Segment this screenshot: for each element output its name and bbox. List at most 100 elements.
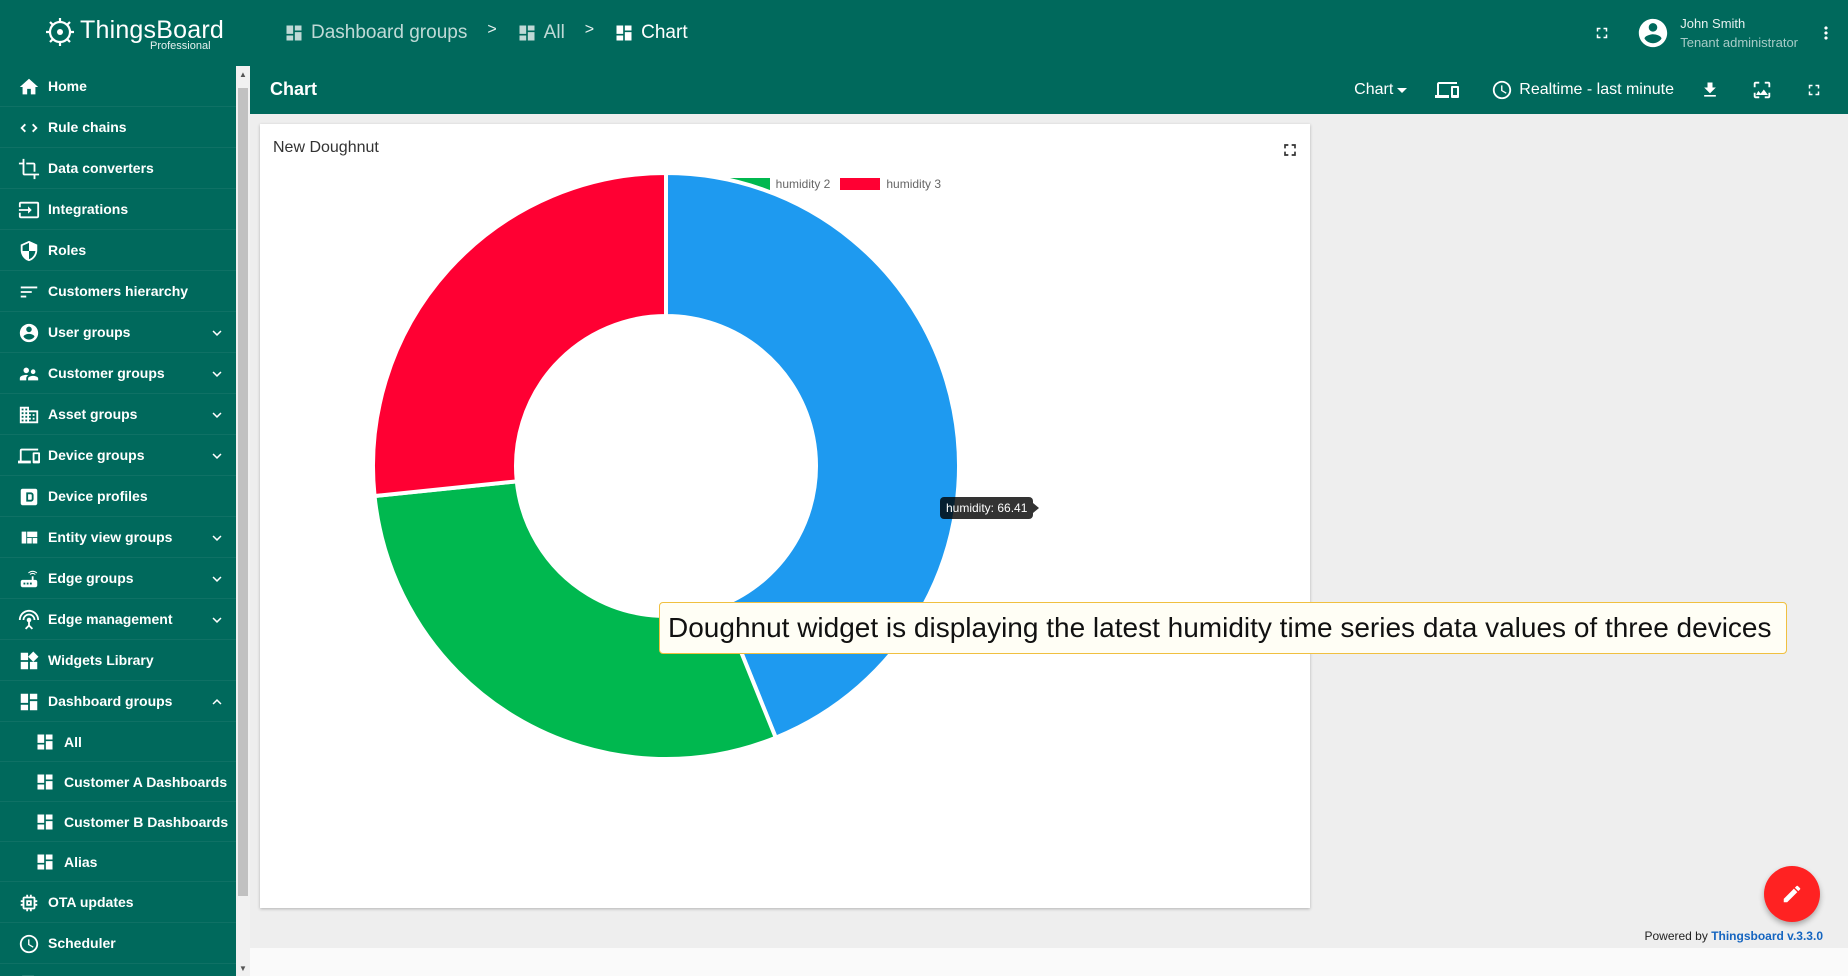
sidebar-item-label: Rule chains bbox=[48, 119, 127, 135]
input-icon bbox=[18, 201, 40, 219]
dashboard-actions: Chart Realtime - last minute bbox=[1354, 66, 1848, 114]
doughnut-slice-humidity-3[interactable] bbox=[371, 170, 668, 499]
sidebar-item-scheduler[interactable]: Scheduler bbox=[0, 923, 236, 964]
sidebar-item-white-labeling[interactable]: White Labeling bbox=[0, 964, 236, 976]
logo[interactable]: ThingsBoard Professional bbox=[40, 12, 224, 56]
chevron-down-icon[interactable] bbox=[208, 324, 226, 342]
sidebar-item-label: User groups bbox=[48, 324, 131, 340]
top-bar: ThingsBoard Professional Dashboard group… bbox=[0, 0, 1848, 66]
account-circle-icon[interactable] bbox=[1636, 16, 1670, 50]
sidebar-item-rule-chains[interactable]: Rule chains bbox=[0, 107, 236, 148]
scroll-down-arrow[interactable]: ▼ bbox=[236, 960, 250, 976]
sidebar-scrollbar[interactable]: ▲ ▼ bbox=[236, 66, 250, 976]
breadcrumb-label: All bbox=[543, 22, 565, 43]
edit-icon bbox=[1783, 885, 1801, 903]
dashboard-title: Chart bbox=[270, 79, 318, 99]
state-select-label: Chart bbox=[1354, 81, 1394, 98]
sort-icon bbox=[20, 286, 38, 298]
sidebar: Home Rule chains Data converters Integratio… bbox=[0, 66, 250, 976]
fullscreen-button[interactable] bbox=[1582, 13, 1622, 53]
chevron-down-icon[interactable] bbox=[208, 529, 226, 547]
chevron-up-icon[interactable] bbox=[208, 693, 226, 711]
user-role: Tenant administrator bbox=[1680, 35, 1798, 50]
dashboard-icon bbox=[37, 814, 53, 830]
sidebar-item-label: Integrations bbox=[48, 201, 129, 217]
sidebar-item-device-profiles[interactable]: Device profiles bbox=[0, 476, 236, 517]
sidebar-item-roles[interactable]: Roles bbox=[0, 230, 236, 271]
more-menu-button[interactable] bbox=[1806, 13, 1846, 53]
sidebar-item-label: Device groups bbox=[48, 447, 145, 463]
sidebar-item-ota-updates[interactable]: OTA updates bbox=[0, 882, 236, 923]
device-profile-icon bbox=[20, 488, 38, 506]
sidebar-item-edge-groups[interactable]: Edge groups bbox=[0, 558, 236, 599]
caption-annotation: Doughnut widget is displaying the latest… bbox=[659, 602, 1787, 654]
sidebar-item-dashboard-groups[interactable]: Dashboard groups bbox=[0, 681, 236, 722]
sidebar-item-customer-groups[interactable]: Customer groups bbox=[0, 353, 236, 394]
thingsboard-logo-icon bbox=[46, 18, 74, 46]
sidebar-item-label: Home bbox=[48, 78, 87, 94]
edit-dashboard-button[interactable] bbox=[1764, 866, 1820, 922]
sidebar-item-data-converters[interactable]: Data converters bbox=[0, 148, 236, 189]
powered-prefix: Powered by bbox=[1644, 929, 1712, 943]
devices-icon bbox=[1435, 82, 1460, 98]
sidebar-item-label: Entity view groups bbox=[48, 529, 173, 545]
sidebar-item-all[interactable]: All bbox=[0, 722, 236, 762]
sidebar-item-alias[interactable]: Alias bbox=[0, 842, 236, 882]
dashboard-icon bbox=[616, 25, 632, 41]
breadcrumb-all[interactable]: All bbox=[517, 22, 565, 44]
sidebar-item-label: Customer B Dashboards bbox=[64, 813, 229, 830]
sidebar-item-customers-hierarchy[interactable]: Customers hierarchy bbox=[0, 271, 236, 312]
sidebar-item-entity-view-groups[interactable]: Entity view groups bbox=[0, 517, 236, 558]
sidebar-item-device-groups[interactable]: Device groups bbox=[0, 435, 236, 476]
sidebar-item-customer-b-dashboards[interactable]: Customer B Dashboards bbox=[0, 802, 236, 842]
breadcrumb-separator: > bbox=[584, 21, 595, 38]
breadcrumb-dashboard-groups[interactable]: Dashboard groups bbox=[284, 22, 467, 44]
chevron-down-icon[interactable] bbox=[208, 365, 226, 383]
chevron-down-icon[interactable] bbox=[208, 570, 226, 588]
sidebar-item-user-groups[interactable]: User groups bbox=[0, 312, 236, 353]
breadcrumb-label: Dashboard groups bbox=[311, 22, 468, 43]
breadcrumb: Dashboard groups > All > Chart bbox=[284, 21, 688, 44]
settings-input-antenna-icon bbox=[18, 609, 40, 630]
user-info[interactable]: John Smith Tenant administrator bbox=[1680, 16, 1798, 50]
sidebar-item-widgets-library[interactable]: Widgets Library bbox=[0, 640, 236, 681]
dashboard-state-select[interactable]: Chart bbox=[1354, 81, 1408, 99]
layouts-button[interactable] bbox=[1427, 70, 1467, 110]
more-vert-icon bbox=[1824, 26, 1828, 40]
timewindow-button[interactable]: Realtime - last minute bbox=[1491, 79, 1674, 101]
chevron-down-icon[interactable] bbox=[208, 406, 226, 424]
doughnut-widget[interactable]: New Doughnut humidityhumidity 2humidity … bbox=[260, 124, 1310, 908]
chevron-down-icon[interactable] bbox=[208, 611, 226, 629]
sidebar-item-label: Customer groups bbox=[48, 365, 165, 381]
sidebar-item-label: Edge management bbox=[48, 611, 173, 627]
sidebar-item-integrations[interactable]: Integrations bbox=[0, 189, 236, 230]
sidebar-item-label: Customers hierarchy bbox=[48, 283, 189, 299]
sidebar-item-edge-management[interactable]: Edge management bbox=[0, 599, 236, 640]
version-link[interactable]: Thingsboard v.3.3.0 bbox=[1711, 929, 1823, 943]
sidebar-item-label: Scheduler bbox=[48, 935, 116, 951]
chevron-down-icon[interactable] bbox=[208, 447, 226, 465]
widget-select-button[interactable] bbox=[1742, 70, 1782, 110]
scroll-thumb[interactable] bbox=[238, 88, 248, 896]
sidebar-item-label: Customer A Dashboards bbox=[64, 773, 228, 790]
scroll-up-arrow[interactable]: ▲ bbox=[236, 66, 250, 82]
sidebar-item-label: Device profiles bbox=[48, 488, 148, 504]
rule-chains-icon bbox=[20, 123, 38, 133]
sidebar-item-label: Asset groups bbox=[48, 406, 138, 422]
clock-icon bbox=[1493, 80, 1512, 100]
export-button[interactable] bbox=[1690, 70, 1730, 110]
dashboard-icon bbox=[286, 25, 302, 41]
dashboard-fullscreen-button[interactable] bbox=[1794, 70, 1834, 110]
dashboard-toolbar: Chart Chart Realtime - last minute bbox=[250, 66, 1848, 114]
user-area: John Smith Tenant administrator bbox=[1582, 0, 1848, 66]
sidebar-item-label: Edge groups bbox=[48, 570, 134, 586]
breadcrumb-separator: > bbox=[487, 21, 497, 38]
sidebar-item-asset-groups[interactable]: Asset groups bbox=[0, 394, 236, 435]
dashboard-icon bbox=[37, 854, 53, 870]
breadcrumb-chart[interactable]: Chart bbox=[614, 22, 688, 44]
sidebar-item-label: Widgets Library bbox=[48, 652, 154, 668]
timewindow-label: Realtime - last minute bbox=[1519, 81, 1674, 98]
sidebar-item-customer-a-dashboards[interactable]: Customer A Dashboards bbox=[0, 762, 236, 802]
crop-icon bbox=[18, 158, 40, 180]
sidebar-item-home[interactable]: Home bbox=[0, 66, 236, 107]
